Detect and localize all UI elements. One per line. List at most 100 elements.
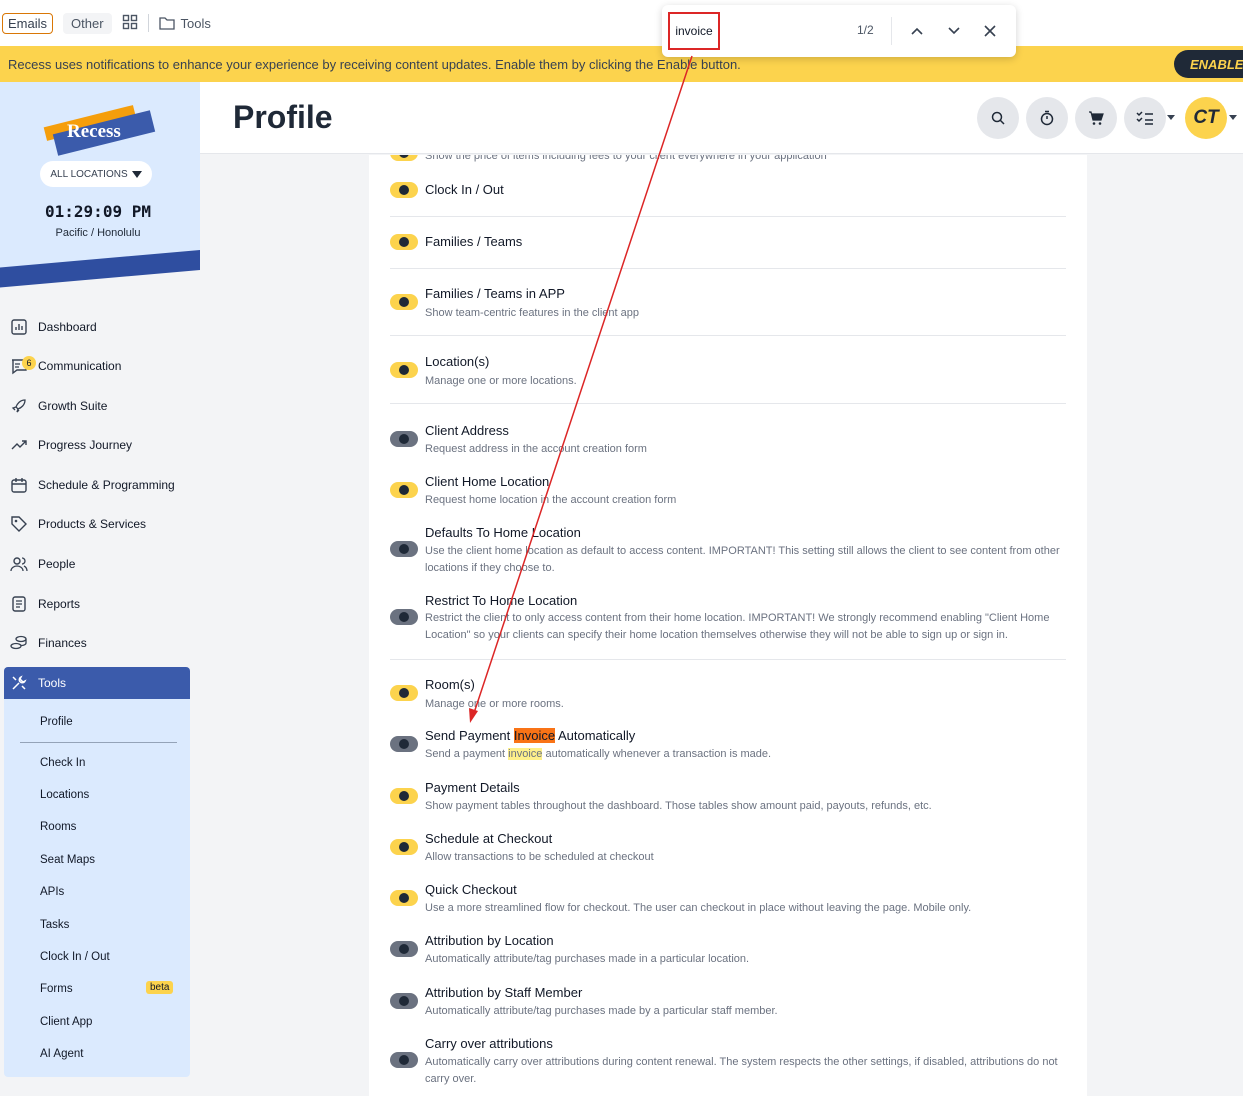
toggle-switch[interactable] [390,685,418,701]
setting-title: Clock In / Out [425,182,504,197]
sidebar-item-schedule-programming[interactable]: Schedule & Programming [10,470,190,500]
sidebar-item-growth-suite[interactable]: Growth Suite [10,391,190,421]
sidebar-item-products-services[interactable]: Products & Services [10,509,190,539]
setting-description: Restrict the client to only access conte… [425,612,1050,641]
divider [390,403,1066,404]
toggle-knob [399,688,409,698]
toggle-switch[interactable] [390,736,418,752]
chevron-up-icon [911,27,923,35]
toggle-switch[interactable] [390,993,418,1009]
setting-description: Send a payment invoice automatically whe… [425,746,1065,763]
search-icon [991,111,1005,125]
chart-icon [11,319,27,335]
sub-item-locations[interactable]: Locations [40,789,89,801]
setting-title: Location(s) [425,354,490,369]
sub-item-seat-maps[interactable]: Seat Maps [40,854,95,866]
sub-item-rooms[interactable]: Rooms [40,821,76,833]
sidebar-item-people[interactable]: People [10,549,190,579]
setting-title: Attribution by Staff Member [425,985,583,1000]
sidebar: Recess ALL LOCATIONS 01:29:09 PM Pacific… [0,82,200,1096]
toggle-switch[interactable] [390,234,418,250]
logo-text: Recess [67,121,121,142]
toggle-knob [399,1055,409,1065]
title-text: Automatically [555,728,636,743]
toggle-knob [399,365,409,375]
find-next-button[interactable] [944,21,964,41]
users-icon [10,557,28,572]
toggle-knob [399,944,409,954]
notification-badge: 6 [22,356,36,370]
sub-item-ai-agent[interactable]: AI Agent [40,1048,83,1060]
apps-grid-icon[interactable] [122,14,138,33]
clock-timezone: Pacific / Honolulu [55,227,141,239]
avatar-caret-icon[interactable] [1229,115,1237,120]
sidebar-item-label: Reports [38,597,81,611]
desc-text: automatically whenever a transaction is … [542,748,772,760]
all-locations-dropdown[interactable]: ALL LOCATIONS [40,161,152,187]
bookmark-folder-tools[interactable]: Tools [158,16,211,31]
bookmark-emails[interactable]: Emails [2,12,54,34]
toggle-switch[interactable] [390,941,418,957]
document-icon [12,596,26,612]
setting-title: Carry over attributions [425,1036,553,1051]
sub-item-check-in[interactable]: Check In [40,757,85,769]
checklist-button[interactable] [1124,97,1166,139]
toggle-switch[interactable] [390,482,418,498]
sidebar-item-communication[interactable]: 6 Communication [10,351,190,381]
sidebar-item-finances[interactable]: Finances [10,628,190,658]
find-input[interactable]: invoice [668,12,720,50]
toggle-knob [399,739,409,749]
sidebar-item-reports[interactable]: Reports [10,589,190,619]
sidebar-item-label: Dashboard [38,320,97,334]
cart-button[interactable] [1075,97,1117,139]
toggle-switch[interactable] [390,609,418,625]
recess-logo[interactable]: Recess [40,102,160,158]
setting-title: Payment Details [425,780,520,795]
find-close-button[interactable] [980,21,1000,41]
sub-item-clock-in-out[interactable]: Clock In / Out [40,951,110,963]
toggle-switch[interactable] [390,431,418,447]
search-button[interactable] [977,97,1019,139]
toggle-switch[interactable] [390,294,418,310]
bookmark-other[interactable]: Other [63,12,112,34]
sub-item-profile[interactable]: Profile [40,716,73,728]
sidebar-item-dashboard[interactable]: Dashboard [10,312,190,342]
chevron-down-icon [948,27,960,35]
toggle-knob [399,185,409,195]
divider [390,216,1066,217]
toggle-switch[interactable] [390,890,418,906]
toggle-switch[interactable] [390,541,418,557]
toggle-switch[interactable] [390,362,418,378]
setting-title: Client Home Location [425,474,550,489]
toggle-switch[interactable] [390,788,418,804]
toggle-switch[interactable] [390,1052,418,1068]
toggle-knob [399,155,409,158]
toggle-switch[interactable] [390,155,418,161]
checklist-caret-icon[interactable] [1167,115,1175,120]
page-title: Profile [233,99,333,135]
sub-item-tasks[interactable]: Tasks [40,919,69,931]
sub-item-forms[interactable]: Forms [40,983,73,995]
divider [390,335,1066,336]
avatar[interactable]: CT [1185,97,1227,139]
toggle-switch[interactable] [390,182,418,198]
sidebar-item-label: Products & Services [38,517,147,531]
setting-title: Client Address [425,423,509,438]
timer-button[interactable] [1026,97,1068,139]
enable-notifications-button[interactable]: ENABLE [1174,50,1243,78]
sidebar-item-label: Tools [38,676,67,690]
sidebar-item-label: Progress Journey [38,438,133,452]
toggle-knob [399,434,409,444]
find-previous-button[interactable] [907,21,927,41]
banner-text: Recess uses notifications to enhance you… [8,56,741,72]
sidebar-item-tools[interactable]: Tools [4,667,190,699]
toggle-knob [399,544,409,554]
setting-title: Quick Checkout [425,882,517,897]
sub-item-client-app[interactable]: Client App [40,1016,92,1028]
toggle-switch[interactable] [390,839,418,855]
toggle-knob [399,842,409,852]
sub-item-apis[interactable]: APIs [40,886,64,898]
sidebar-item-progress-journey[interactable]: Progress Journey [10,430,190,460]
setting-description: Request address in the account creation … [425,443,647,455]
find-match-count: 1/2 [857,23,874,37]
